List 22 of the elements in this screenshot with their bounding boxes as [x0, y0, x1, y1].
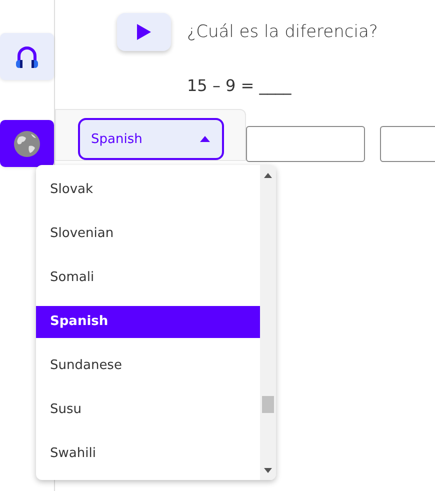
language-option[interactable]: Sundanese: [36, 344, 260, 388]
language-button[interactable]: [0, 120, 54, 167]
question-text: ¿Cuál es la diferencia?: [187, 22, 378, 42]
answer-field[interactable]: [246, 126, 365, 162]
language-option[interactable]: Somali: [36, 256, 260, 300]
scroll-down-icon[interactable]: [264, 468, 272, 473]
language-option[interactable]: Slovak: [36, 168, 260, 212]
scroll-up-icon[interactable]: [264, 173, 272, 178]
headphones-icon: [14, 44, 40, 70]
equation-text: 15 – 9 = ____: [187, 76, 292, 95]
scroll-thumb[interactable]: [262, 396, 274, 413]
language-select[interactable]: Spanish: [78, 118, 224, 160]
language-option[interactable]: Spanish: [36, 306, 260, 338]
language-option[interactable]: Swahili: [36, 432, 260, 476]
scrollbar[interactable]: [260, 165, 276, 480]
play-icon: [136, 23, 152, 41]
language-option[interactable]: Slovenian: [36, 212, 260, 256]
language-option[interactable]: Susu: [36, 388, 260, 432]
globe-icon: [13, 130, 41, 158]
play-button[interactable]: [117, 13, 171, 51]
audio-button[interactable]: [0, 33, 54, 80]
caret-icon: [200, 136, 210, 142]
